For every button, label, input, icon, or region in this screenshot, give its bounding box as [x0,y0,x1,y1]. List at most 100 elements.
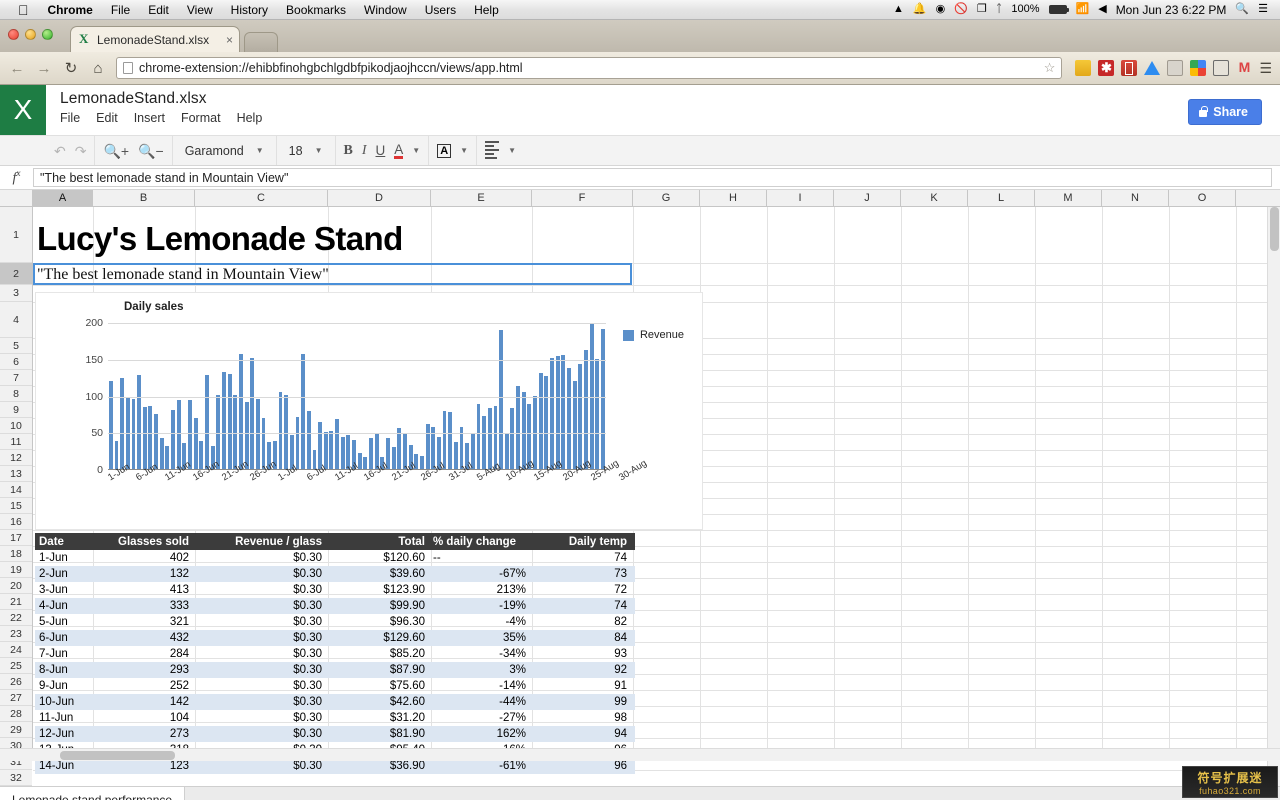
row-header-15[interactable]: 15 [0,498,32,514]
cell-percent-daily-change[interactable]: -61% [429,760,530,772]
cell-total[interactable]: $36.90 [326,760,429,772]
column-header-m[interactable]: M [1035,190,1102,206]
drive-icon[interactable] [1144,61,1161,75]
cell-date[interactable]: 1-Jun [35,552,91,564]
cell-daily-temp[interactable]: 74 [530,600,631,612]
cell-date[interactable]: 5-Jun [35,616,91,628]
chevron-down-icon[interactable]: ▼ [460,146,468,155]
row-header-8[interactable]: 8 [0,386,32,402]
forward-icon[interactable]: → [35,60,53,77]
cell-total[interactable]: $120.60 [326,552,429,564]
cell-total[interactable]: $129.60 [326,632,429,644]
row-header-4[interactable]: 4 [0,302,32,338]
row-header-19[interactable]: 19 [0,562,32,578]
formula-input[interactable]: "The best lemonade stand in Mountain Vie… [33,168,1272,187]
table-row[interactable]: 7-Jun 284 $0.30 $85.20 -34% 93 [35,646,635,662]
clock[interactable]: Mon Jun 23 6:22 PM [1116,3,1227,17]
table-row[interactable]: 1-Jun 402 $0.30 $120.60 -- 74 [35,550,635,566]
cell-glasses-sold[interactable]: 413 [91,584,193,596]
cast-icon[interactable] [1213,60,1230,76]
cell-glasses-sold[interactable]: 142 [91,696,193,708]
horizontal-scrollbar[interactable] [0,748,1280,761]
table-row[interactable]: 2-Jun 132 $0.30 $39.60 -67% 73 [35,566,635,582]
cell-percent-daily-change[interactable]: -- [429,552,530,564]
cell-percent-daily-change[interactable]: -44% [429,696,530,708]
column-header-j[interactable]: J [834,190,901,206]
cell-glasses-sold[interactable]: 284 [91,648,193,660]
cell-total[interactable]: $85.20 [326,648,429,660]
cell-revenue-per-glass[interactable]: $0.30 [193,616,326,628]
close-icon[interactable]: × [218,33,233,47]
row-header-9[interactable]: 9 [0,402,32,418]
asterisk-icon[interactable]: ✱ [1098,60,1115,76]
row-header-6[interactable]: 6 [0,354,32,370]
bell-icon[interactable]: 🔔 [913,4,927,15]
cell-revenue-per-glass[interactable]: $0.30 [193,632,326,644]
search-icon[interactable]: 🔍 [1235,4,1249,15]
sheet-tab-active[interactable]: Lemonade stand performance [0,787,186,800]
vertical-scrollbar[interactable] [1267,207,1280,786]
cell-a2[interactable]: "The best lemonade stand in Mountain Vie… [37,265,329,284]
menu-users[interactable]: Users [416,3,465,17]
cell-daily-temp[interactable]: 93 [530,648,631,660]
cell-total[interactable]: $99.90 [326,600,429,612]
row-header-23[interactable]: 23 [0,626,32,642]
cell-daily-temp[interactable]: 74 [530,552,631,564]
cell-total[interactable]: $81.90 [326,728,429,740]
table-header-date[interactable]: Date [35,536,91,548]
column-header-i[interactable]: I [767,190,834,206]
row-header-13[interactable]: 13 [0,466,32,482]
zoom-out-icon[interactable]: 🔍− [138,144,164,158]
table-row[interactable]: 8-Jun 293 $0.30 $87.90 3% 92 [35,662,635,678]
cell-glasses-sold[interactable]: 132 [91,568,193,580]
cell-percent-daily-change[interactable]: 162% [429,728,530,740]
sheet-canvas[interactable]: Lucy's Lemonade Stand "The best lemonade… [33,207,1280,774]
column-header-f[interactable]: F [532,190,633,206]
row-header-7[interactable]: 7 [0,370,32,386]
cell-revenue-per-glass[interactable]: $0.30 [193,600,326,612]
row-header-11[interactable]: 11 [0,434,32,450]
cell-glasses-sold[interactable]: 123 [91,760,193,772]
cell-percent-daily-change[interactable]: -34% [429,648,530,660]
list-icon[interactable]: ☰ [1258,4,1268,15]
cell-glasses-sold[interactable]: 252 [91,680,193,692]
column-header-d[interactable]: D [328,190,431,206]
cell-daily-temp[interactable]: 72 [530,584,631,596]
cell-total[interactable]: $87.90 [326,664,429,676]
cell-daily-temp[interactable]: 98 [530,712,631,724]
back-icon[interactable]: ← [8,60,26,77]
cell-total[interactable]: $31.20 [326,712,429,724]
drive-icon[interactable]: ▲ [893,4,904,15]
column-header-c[interactable]: C [195,190,328,206]
cell-a1[interactable]: Lucy's Lemonade Stand [37,217,403,261]
menu-edit[interactable]: Edit [139,3,178,17]
cell-total[interactable]: $39.60 [326,568,429,580]
horizontal-scrollbar-thumb[interactable] [60,751,175,760]
row-header-14[interactable]: 14 [0,482,32,498]
address-bar[interactable]: chrome-extension://ehibbfinohgbchlgdbfpi… [116,57,1063,79]
document-title[interactable]: LemonadeStand.xlsx [60,90,1280,108]
cell-date[interactable]: 2-Jun [35,568,91,580]
cell-daily-temp[interactable]: 91 [530,680,631,692]
pencil-icon[interactable] [1190,60,1207,76]
row-header-26[interactable]: 26 [0,674,32,690]
cell-revenue-per-glass[interactable]: $0.30 [193,584,326,596]
app-menu-insert[interactable]: Insert [134,111,165,125]
row-header-21[interactable]: 21 [0,594,32,610]
do-not-disturb-icon[interactable]: 🚫 [954,4,968,15]
cell-revenue-per-glass[interactable]: $0.30 [193,552,326,564]
cell-total[interactable]: $75.60 [326,680,429,692]
zoom-in-icon[interactable]: 🔍+ [103,144,129,158]
cell-revenue-per-glass[interactable]: $0.30 [193,760,326,772]
cell-date[interactable]: 12-Jun [35,728,91,740]
cell-percent-daily-change[interactable]: -14% [429,680,530,692]
table-row[interactable]: 11-Jun 104 $0.30 $31.20 -27% 98 [35,710,635,726]
bookmark-star-icon[interactable]: ☆ [1044,60,1056,76]
row-header-22[interactable]: 22 [0,610,32,626]
row-header-17[interactable]: 17 [0,530,32,546]
undo-icon[interactable]: ↶ [54,144,66,158]
browser-tab[interactable]: X LemonadeStand.xlsx × [70,26,240,52]
font-family-select[interactable]: Garamond ▼ [181,142,268,160]
row-header-24[interactable]: 24 [0,642,32,658]
table-row[interactable]: 4-Jun 333 $0.30 $99.90 -19% 74 [35,598,635,614]
